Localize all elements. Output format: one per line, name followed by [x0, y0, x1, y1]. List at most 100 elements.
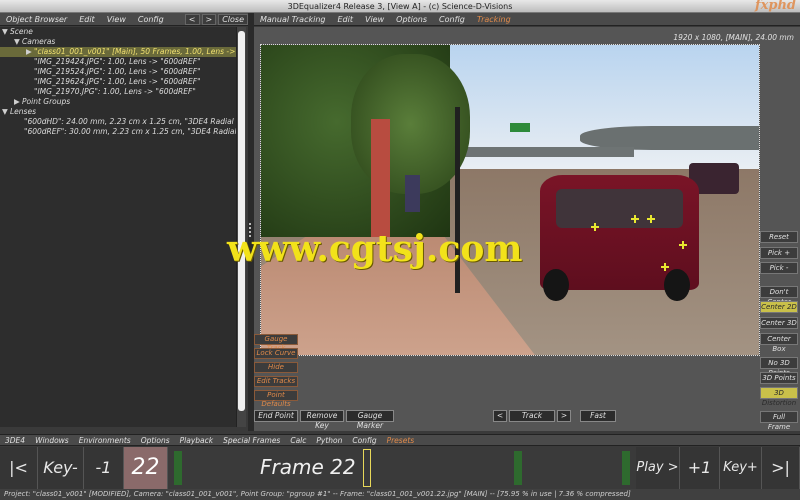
timeline-bar: |< Key- -1 22 Frame 22 Play > +1 Key+ >|	[0, 447, 800, 489]
play-button[interactable]: Play >	[636, 447, 680, 489]
menu-view[interactable]: View	[359, 15, 390, 24]
track-point-marker[interactable]	[591, 223, 599, 231]
red-suv	[539, 175, 700, 302]
menu-config[interactable]: Config	[347, 436, 381, 445]
current-frame-field[interactable]: 22	[124, 447, 168, 489]
remove-key-button[interactable]: Remove Key	[300, 410, 344, 430]
object-tree: ▼ Scene ▼ Cameras ▶ "class01_001_v001" [Mai…	[0, 27, 236, 427]
prev-pane-button[interactable]: <	[184, 13, 200, 25]
next-pane-button[interactable]: >	[201, 13, 217, 25]
collapsed-arrow-icon[interactable]: ▶	[14, 97, 22, 107]
previous-key-button[interactable]: Key-	[38, 447, 84, 489]
menu-calc[interactable]: Calc	[285, 436, 311, 445]
timeline-track[interactable]	[168, 447, 636, 489]
track-point-marker[interactable]	[661, 263, 669, 271]
rear-window	[555, 188, 684, 228]
gauge-marker-button[interactable]: Gauge Marker	[346, 410, 394, 430]
center-3d-button[interactable]: Center 3D	[760, 317, 798, 329]
tree-row-camera-main[interactable]: ▶ "class01_001_v001" [Main], 50 Frames, 1…	[0, 47, 236, 57]
window-titlebar: 3DEqualizer4 Release 3, [View A] - (c) S…	[0, 0, 800, 13]
green-sign	[510, 122, 530, 132]
expanded-arrow-icon[interactable]: ▼	[14, 37, 22, 47]
tree-row-camera[interactable]: "IMG_219524.JPG": 1.00, Lens -> "600dREF…	[0, 67, 236, 77]
close-pane-button[interactable]: Close	[218, 13, 248, 25]
menu-windows[interactable]: Windows	[30, 436, 74, 445]
go-to-start-button[interactable]: |<	[0, 447, 38, 489]
center-box-button[interactable]: Center Box	[760, 333, 798, 353]
menu-python[interactable]: Python	[311, 436, 347, 445]
point-defaults-button[interactable]: Point Defaults	[254, 390, 298, 408]
go-to-end-button[interactable]: >|	[762, 447, 800, 489]
edit-tracks-button[interactable]: Edit Tracks	[254, 376, 298, 387]
lock-curve-button[interactable]: Lock Curve	[254, 348, 298, 359]
scrollbar-thumb[interactable]	[238, 31, 245, 411]
keyframe-marker[interactable]	[514, 451, 522, 485]
pick-plus-button[interactable]: Pick +	[760, 247, 798, 259]
gauge-track-button[interactable]: Gauge Track	[254, 334, 298, 352]
hide-button[interactable]: Hide	[254, 362, 298, 373]
tree-canopy	[350, 54, 471, 194]
reset-button[interactable]: Reset	[760, 231, 798, 243]
menu-edit[interactable]: Edit	[73, 15, 101, 24]
fast-button[interactable]: Fast	[580, 410, 616, 422]
tracking-menubar: Manual Tracking Edit View Options Config…	[254, 13, 800, 26]
expanded-arrow-icon[interactable]: ▼	[2, 107, 10, 117]
next-key-button[interactable]: Key+	[720, 447, 762, 489]
tree-row-camera[interactable]: "IMG_21970.JPG": 1.00, Lens -> "600dREF"	[0, 87, 236, 97]
menu-config[interactable]: Config	[433, 15, 471, 24]
next-frame-button[interactable]: +1	[680, 447, 720, 489]
menu-presets[interactable]: Presets	[382, 436, 420, 445]
keyframe-marker[interactable]	[174, 451, 182, 485]
wheel	[664, 269, 690, 302]
keyframe-marker[interactable]	[622, 451, 630, 485]
tree-row-scene[interactable]: ▼ Scene	[0, 27, 236, 37]
menu-object-browser[interactable]: Object Browser	[0, 15, 73, 24]
menu-manual-tracking[interactable]: Manual Tracking	[254, 15, 331, 24]
end-point-button[interactable]: End Point	[254, 410, 298, 422]
no-3d-points-button[interactable]: No 3D Points	[760, 357, 798, 377]
tree-row-lenses[interactable]: ▼ Lenses	[0, 107, 236, 117]
3d-distortion-button[interactable]: 3D Distortion	[760, 387, 798, 407]
timeline-cursor[interactable]	[363, 449, 371, 487]
menu-options[interactable]: Options	[390, 15, 433, 24]
red-sign	[370, 119, 391, 238]
track-forward-button[interactable]: >	[557, 410, 571, 422]
resolution-info: 1920 x 1080, [MAIN], 24.00 mm	[673, 33, 794, 42]
footage-frame[interactable]	[260, 44, 760, 356]
dont-center-button[interactable]: Don't Center	[760, 286, 798, 306]
tree-row-lens[interactable]: "600dREF": 30.00 mm, 2.23 cm x 1.25 cm, …	[0, 127, 236, 137]
track-point-marker[interactable]	[679, 241, 687, 249]
expanded-arrow-icon[interactable]: ▼	[2, 27, 10, 37]
pick-minus-button[interactable]: Pick -	[760, 262, 798, 274]
status-bar: Project: "class01_v001" [MODIFIED], Came…	[0, 489, 800, 500]
tree-row-camera[interactable]: "IMG_219624.JPG": 1.00, Lens -> "600dREF…	[0, 77, 236, 87]
object-browser-menubar: Object Browser Edit View Config < > Clos…	[0, 13, 248, 26]
track-point-marker[interactable]	[631, 215, 639, 223]
track-point-marker[interactable]	[647, 215, 655, 223]
menu-environments[interactable]: Environments	[74, 436, 136, 445]
menu-playback[interactable]: Playback	[175, 436, 218, 445]
menu-edit[interactable]: Edit	[331, 15, 359, 24]
tree-row-camera[interactable]: "IMG_219424.JPG": 1.00, Lens -> "600dREF…	[0, 57, 236, 67]
menu-options[interactable]: Options	[136, 436, 175, 445]
pedestrians	[405, 175, 421, 213]
track-backward-button[interactable]: <	[493, 410, 507, 422]
tree-row-cameras[interactable]: ▼ Cameras	[0, 37, 236, 47]
fxphd-logo: fxphd	[755, 0, 796, 13]
tree-row-point-groups[interactable]: ▶ Point Groups	[0, 97, 236, 107]
menu-view[interactable]: View	[101, 15, 132, 24]
track-button[interactable]: Track	[509, 410, 555, 422]
watermark-text: www.cgtsj.com	[227, 228, 523, 270]
window-title: 3DEqualizer4 Release 3, [View A] - (c) S…	[287, 2, 513, 11]
full-frame-button[interactable]: Full Frame	[760, 411, 798, 431]
tree-row-lens[interactable]: "600dHD": 24.00 mm, 2.23 cm x 1.25 cm, "…	[0, 117, 236, 127]
menu-3de4[interactable]: 3DE4	[0, 436, 30, 445]
menu-config[interactable]: Config	[132, 15, 170, 24]
menu-tracking[interactable]: Tracking	[471, 15, 517, 24]
menu-special-frames[interactable]: Special Frames	[218, 436, 285, 445]
collapsed-arrow-icon[interactable]: ▶	[26, 47, 34, 57]
previous-frame-button[interactable]: -1	[84, 447, 124, 489]
3d-points-button[interactable]: 3D Points	[760, 372, 798, 384]
tree-scrollbar[interactable]	[236, 27, 246, 427]
center-2d-button[interactable]: Center 2D	[760, 301, 798, 313]
